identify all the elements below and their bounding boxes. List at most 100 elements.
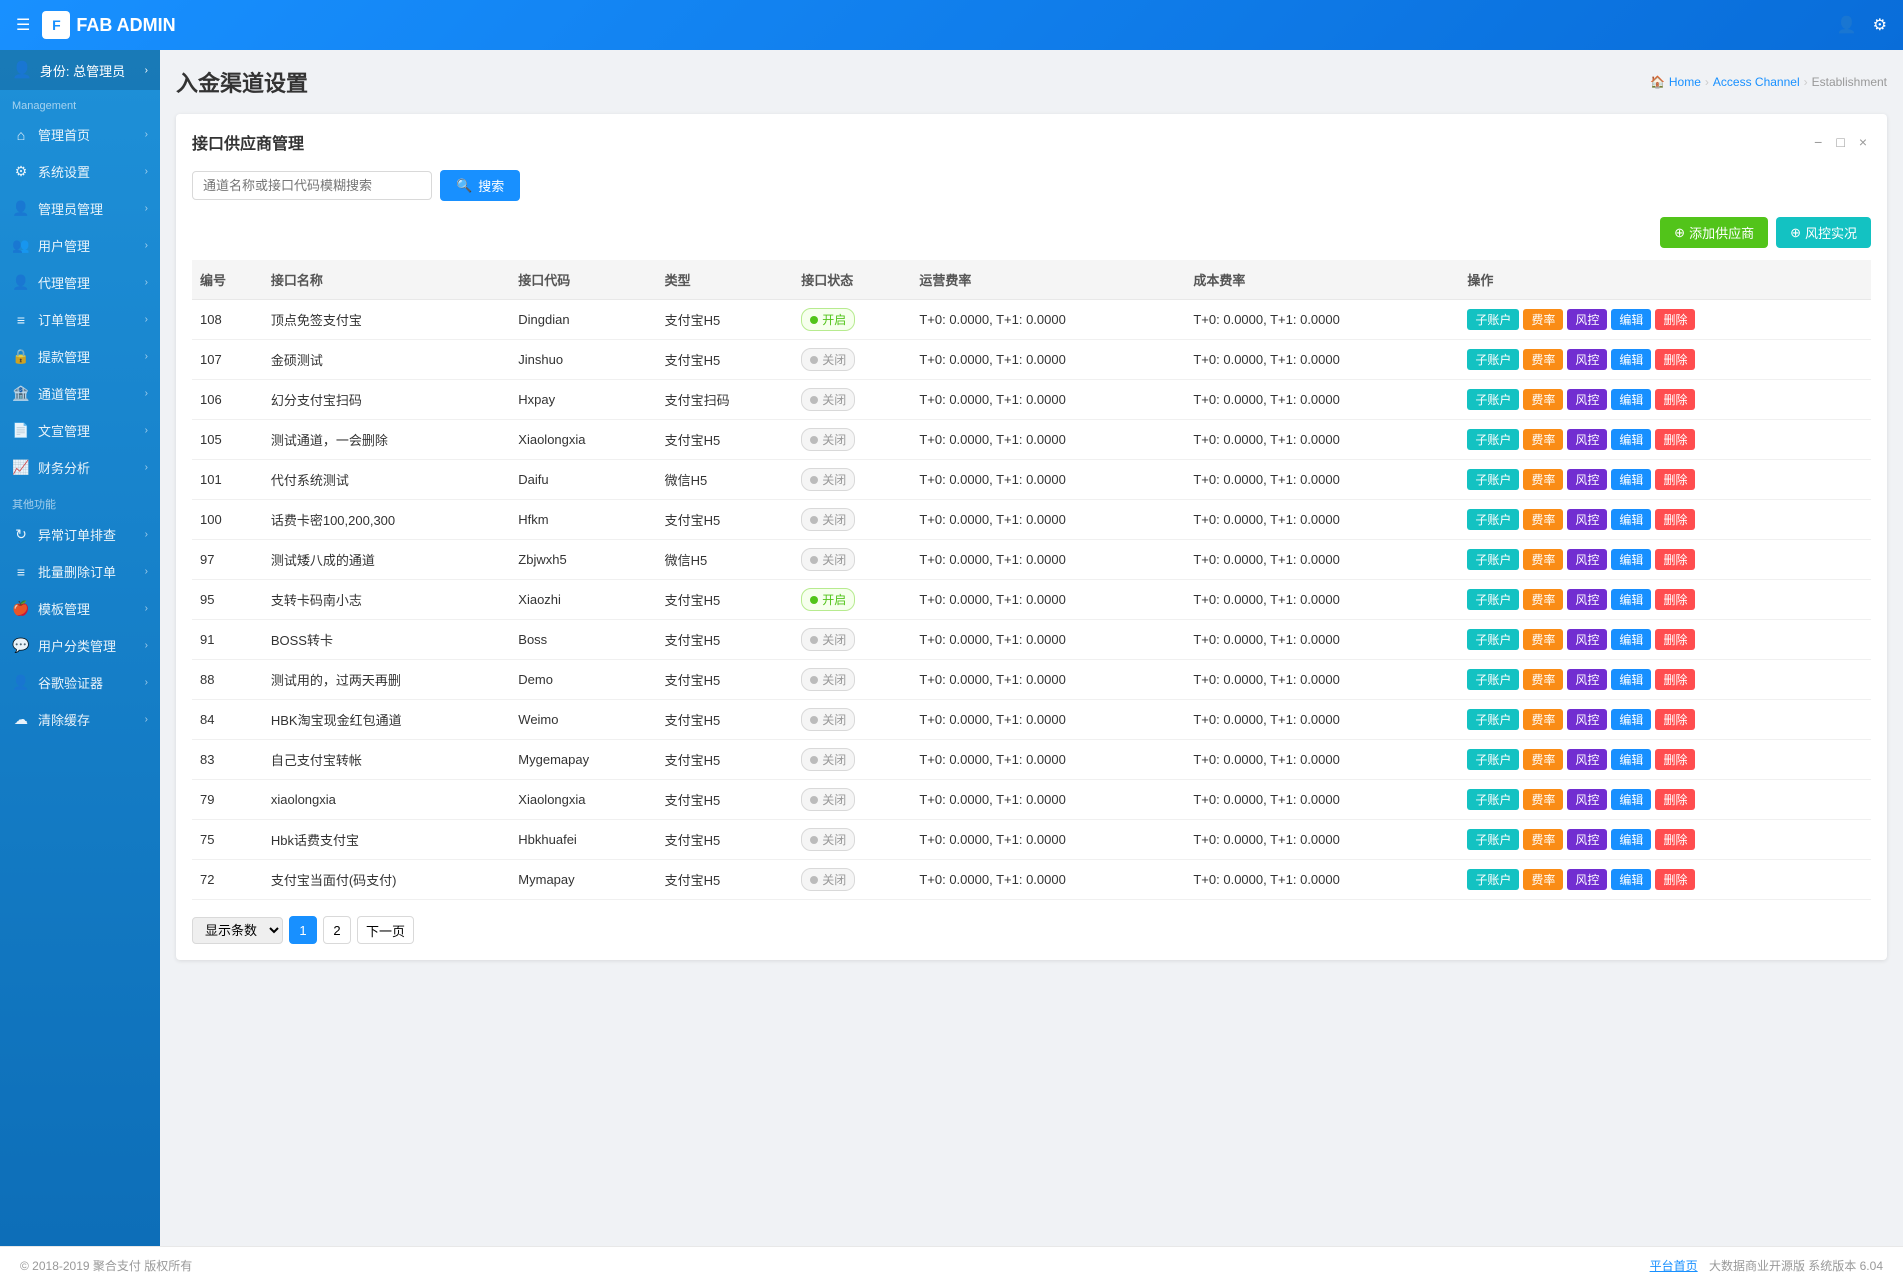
status-badge[interactable]: 关闭	[801, 788, 855, 811]
edit-button[interactable]: 编辑	[1611, 589, 1651, 610]
status-badge[interactable]: 关闭	[801, 428, 855, 451]
risk-button[interactable]: 风控	[1567, 749, 1607, 770]
risk-button[interactable]: 风控	[1567, 509, 1607, 530]
delete-button[interactable]: 删除	[1655, 509, 1695, 530]
delete-button[interactable]: 删除	[1655, 589, 1695, 610]
sub-account-button[interactable]: 子账户	[1467, 349, 1519, 370]
rate-button[interactable]: 费率	[1523, 549, 1563, 570]
delete-button[interactable]: 删除	[1655, 869, 1695, 890]
risk-button[interactable]: 风控	[1567, 789, 1607, 810]
rate-button[interactable]: 费率	[1523, 829, 1563, 850]
delete-button[interactable]: 删除	[1655, 469, 1695, 490]
sidebar-item-users[interactable]: 👥 用户管理 ›	[0, 227, 160, 264]
sidebar-item-home[interactable]: ⌂ 管理首页 ›	[0, 116, 160, 153]
sidebar-item-orders[interactable]: ≡ 订单管理 ›	[0, 301, 160, 338]
edit-button[interactable]: 编辑	[1611, 549, 1651, 570]
delete-button[interactable]: 删除	[1655, 749, 1695, 770]
sidebar-item-clear-cache[interactable]: ☁ 清除缓存 ›	[0, 701, 160, 738]
risk-button[interactable]: 风控	[1567, 709, 1607, 730]
rate-button[interactable]: 费率	[1523, 509, 1563, 530]
edit-button[interactable]: 编辑	[1611, 349, 1651, 370]
risk-button[interactable]: 风控	[1567, 349, 1607, 370]
sub-account-button[interactable]: 子账户	[1467, 469, 1519, 490]
page-next-button[interactable]: 下一页	[357, 916, 414, 944]
risk-button[interactable]: 风控	[1567, 389, 1607, 410]
search-input[interactable]	[192, 171, 432, 200]
sub-account-button[interactable]: 子账户	[1467, 749, 1519, 770]
edit-button[interactable]: 编辑	[1611, 629, 1651, 650]
edit-button[interactable]: 编辑	[1611, 509, 1651, 530]
edit-button[interactable]: 编辑	[1611, 749, 1651, 770]
card-close-btn[interactable]: ×	[1855, 132, 1871, 152]
risk-button[interactable]: 风控	[1567, 469, 1607, 490]
delete-button[interactable]: 删除	[1655, 349, 1695, 370]
rate-button[interactable]: 费率	[1523, 589, 1563, 610]
rate-button[interactable]: 费率	[1523, 669, 1563, 690]
status-badge[interactable]: 关闭	[801, 388, 855, 411]
risk-monitor-button[interactable]: ⊕ 风控实况	[1776, 217, 1871, 248]
rate-button[interactable]: 费率	[1523, 429, 1563, 450]
sub-account-button[interactable]: 子账户	[1467, 549, 1519, 570]
sub-account-button[interactable]: 子账户	[1467, 309, 1519, 330]
status-badge[interactable]: 关闭	[801, 468, 855, 491]
delete-button[interactable]: 删除	[1655, 629, 1695, 650]
status-badge[interactable]: 关闭	[801, 548, 855, 571]
sidebar-item-batch-delete[interactable]: ≡ 批量删除订单 ›	[0, 553, 160, 590]
edit-button[interactable]: 编辑	[1611, 309, 1651, 330]
delete-button[interactable]: 删除	[1655, 389, 1695, 410]
status-badge[interactable]: 开启	[801, 588, 855, 611]
rate-button[interactable]: 费率	[1523, 709, 1563, 730]
sidebar-item-agent[interactable]: 👤 代理管理 ›	[0, 264, 160, 301]
sidebar-item-docs[interactable]: 📄 文宣管理 ›	[0, 412, 160, 449]
risk-button[interactable]: 风控	[1567, 669, 1607, 690]
edit-button[interactable]: 编辑	[1611, 869, 1651, 890]
edit-button[interactable]: 编辑	[1611, 789, 1651, 810]
delete-button[interactable]: 删除	[1655, 829, 1695, 850]
sidebar-item-channel[interactable]: 🏦 通道管理 ›	[0, 375, 160, 412]
footer-platform-link[interactable]: 平台首页	[1650, 1259, 1698, 1273]
risk-button[interactable]: 风控	[1567, 629, 1607, 650]
risk-button[interactable]: 风控	[1567, 589, 1607, 610]
delete-button[interactable]: 删除	[1655, 709, 1695, 730]
user-icon[interactable]: 👤	[1837, 15, 1857, 35]
breadcrumb-access[interactable]: Access Channel	[1713, 75, 1800, 89]
edit-button[interactable]: 编辑	[1611, 669, 1651, 690]
delete-button[interactable]: 删除	[1655, 309, 1695, 330]
add-supplier-button[interactable]: ⊕ 添加供应商	[1660, 217, 1768, 248]
sub-account-button[interactable]: 子账户	[1467, 789, 1519, 810]
rate-button[interactable]: 费率	[1523, 629, 1563, 650]
status-badge[interactable]: 关闭	[801, 828, 855, 851]
sub-account-button[interactable]: 子账户	[1467, 709, 1519, 730]
risk-button[interactable]: 风控	[1567, 429, 1607, 450]
rate-button[interactable]: 费率	[1523, 749, 1563, 770]
card-minimize-btn[interactable]: −	[1810, 132, 1826, 152]
edit-button[interactable]: 编辑	[1611, 709, 1651, 730]
rate-button[interactable]: 费率	[1523, 789, 1563, 810]
sidebar-item-template[interactable]: 🍎 模板管理 ›	[0, 590, 160, 627]
status-badge[interactable]: 关闭	[801, 348, 855, 371]
search-button[interactable]: 🔍 搜索	[440, 170, 520, 201]
sidebar-item-wechat[interactable]: 💬 用户分类管理 ›	[0, 627, 160, 664]
risk-button[interactable]: 风控	[1567, 829, 1607, 850]
edit-button[interactable]: 编辑	[1611, 429, 1651, 450]
sub-account-button[interactable]: 子账户	[1467, 669, 1519, 690]
sub-account-button[interactable]: 子账户	[1467, 389, 1519, 410]
edit-button[interactable]: 编辑	[1611, 469, 1651, 490]
status-badge[interactable]: 关闭	[801, 748, 855, 771]
sub-account-button[interactable]: 子账户	[1467, 869, 1519, 890]
sidebar-item-system[interactable]: ⚙ 系统设置 ›	[0, 153, 160, 190]
sidebar-item-admin[interactable]: 👤 管理员管理 ›	[0, 190, 160, 227]
delete-button[interactable]: 删除	[1655, 429, 1695, 450]
rate-button[interactable]: 费率	[1523, 389, 1563, 410]
delete-button[interactable]: 删除	[1655, 549, 1695, 570]
status-badge[interactable]: 关闭	[801, 508, 855, 531]
sidebar-item-finance[interactable]: 📈 财务分析 ›	[0, 449, 160, 486]
status-badge[interactable]: 开启	[801, 308, 855, 331]
rate-button[interactable]: 费率	[1523, 869, 1563, 890]
sidebar-item-abnormal[interactable]: ↻ 异常订单排查 ›	[0, 516, 160, 553]
status-badge[interactable]: 关闭	[801, 868, 855, 891]
rate-button[interactable]: 费率	[1523, 309, 1563, 330]
settings-icon[interactable]: ⚙	[1873, 15, 1887, 35]
sub-account-button[interactable]: 子账户	[1467, 629, 1519, 650]
edit-button[interactable]: 编辑	[1611, 389, 1651, 410]
